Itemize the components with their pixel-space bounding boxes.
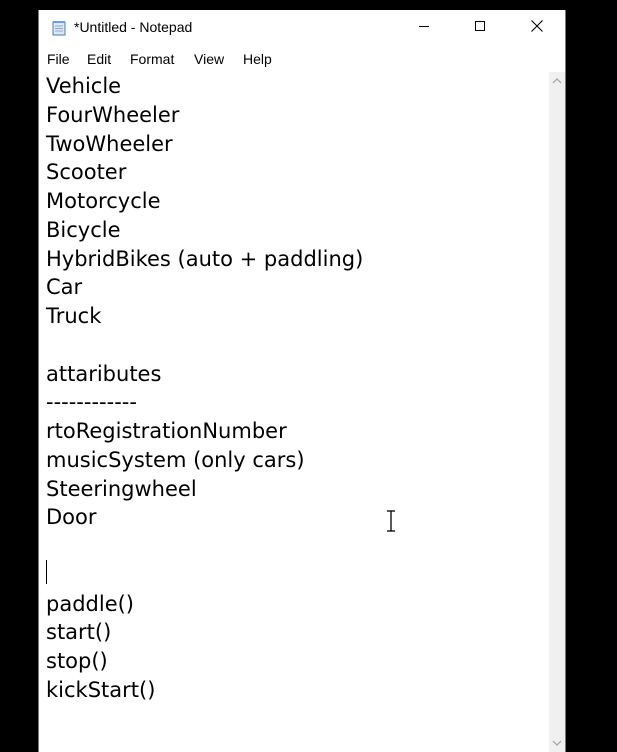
editor-line: start()	[46, 620, 112, 644]
notepad-icon	[51, 20, 67, 36]
scroll-up-button[interactable]	[549, 72, 565, 90]
editor-line: stop()	[46, 649, 108, 673]
menu-bar: File Edit Format View Help	[39, 48, 565, 70]
editor-line: TwoWheeler	[46, 132, 173, 156]
editor-line: Vehicle	[46, 74, 122, 98]
window-title: *Untitled - Notepad	[74, 19, 193, 35]
close-button[interactable]	[509, 10, 565, 46]
title-bar[interactable]: *Untitled - Notepad	[39, 10, 565, 46]
menu-help[interactable]: Help	[243, 51, 272, 67]
editor-line: kickStart()	[46, 678, 156, 702]
menu-edit[interactable]: Edit	[87, 51, 111, 67]
editor-line: rtoRegistrationNumber	[46, 419, 287, 443]
editor-line: Motorcycle	[46, 189, 161, 213]
close-icon	[530, 19, 544, 38]
chevron-down-icon	[552, 734, 562, 752]
editor-line: Door	[46, 505, 97, 529]
editor-line: paddle()	[46, 592, 134, 616]
editor-line: Steeringwheel	[46, 477, 197, 501]
ibeam-cursor-icon	[384, 509, 398, 533]
menu-format[interactable]: Format	[130, 51, 174, 67]
maximize-icon	[474, 19, 486, 37]
minimize-icon	[418, 19, 430, 37]
editor-line: musicSystem (only cars)	[46, 448, 305, 472]
menu-view[interactable]: View	[194, 51, 224, 67]
scroll-down-button[interactable]	[549, 734, 565, 752]
editor-line: FourWheeler	[46, 103, 180, 127]
menu-file[interactable]: File	[47, 51, 70, 67]
text-editor[interactable]: Vehicle FourWheeler TwoWheeler Scooter M…	[39, 72, 549, 752]
notepad-window: *Untitled - Notepad File Edit Format Vie…	[38, 10, 566, 752]
maximize-button[interactable]	[452, 10, 508, 46]
editor-line: Scooter	[46, 160, 127, 184]
editor-line: Bicycle	[46, 218, 121, 242]
editor-line: Truck	[46, 304, 102, 328]
editor-line: HybridBikes (auto + paddling)	[46, 247, 364, 271]
minimize-button[interactable]	[396, 10, 452, 46]
editor-line: attaributes	[46, 362, 162, 386]
vertical-scrollbar[interactable]	[549, 72, 565, 752]
editor-line: ------------	[46, 390, 137, 414]
chevron-up-icon	[552, 72, 562, 90]
editor-line: Car	[46, 275, 83, 299]
text-caret	[46, 560, 47, 584]
